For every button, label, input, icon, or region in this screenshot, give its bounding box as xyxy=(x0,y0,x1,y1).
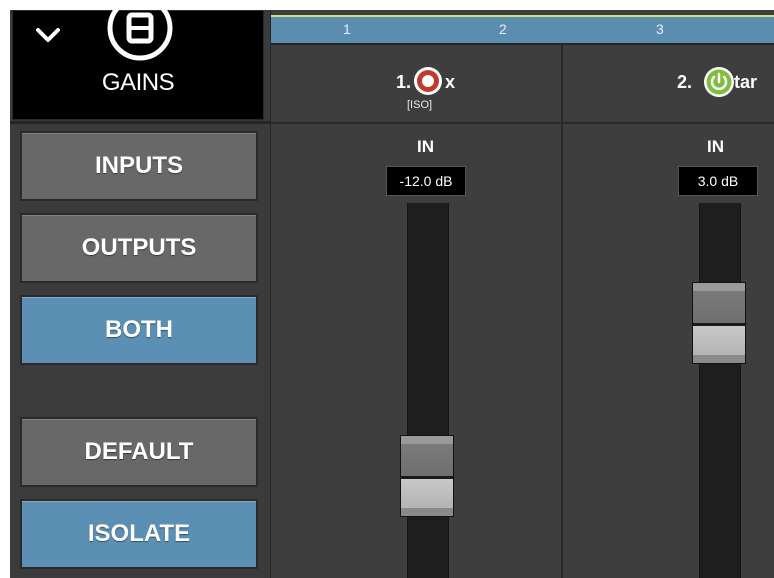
fader-handle[interactable] xyxy=(400,435,454,517)
record-power-icon[interactable] xyxy=(413,66,443,101)
channel-strip-area: 1 2 3 1. x [ISO] 2. tar IN -12.0 dB IN 3… xyxy=(271,10,774,578)
fader-handle[interactable] xyxy=(692,282,746,364)
iso-tag: [ISO] xyxy=(407,99,433,111)
inputs-button[interactable]: INPUTS xyxy=(20,131,258,201)
ruler-number: 2 xyxy=(499,21,507,37)
ruler-number: 1 xyxy=(343,21,351,37)
both-button[interactable]: BOTH xyxy=(20,295,258,365)
gain-readout[interactable]: -12.0 dB xyxy=(386,166,466,196)
channel-name-suffix: tar xyxy=(734,72,758,92)
input-label: IN xyxy=(707,137,724,156)
channel-ruler[interactable]: 1 2 3 xyxy=(271,15,774,43)
gain-readout[interactable]: 3.0 dB xyxy=(678,166,758,196)
channel-name-suffix: x xyxy=(445,72,456,92)
fader-track[interactable] xyxy=(407,203,449,578)
gains-window: GAINS INPUTS OUTPUTS BOTH DEFAULT ISOLAT… xyxy=(10,10,774,578)
gains-logo-icon xyxy=(105,10,175,68)
input-label: IN xyxy=(417,137,434,156)
outputs-button[interactable]: OUTPUTS xyxy=(20,213,258,283)
channel-name-prefix: 1. xyxy=(396,72,412,92)
panel-title: GAINS xyxy=(101,69,175,96)
isolate-button[interactable]: ISOLATE xyxy=(20,499,258,569)
ruler-number: 3 xyxy=(656,21,664,37)
power-icon[interactable] xyxy=(703,66,735,103)
divider xyxy=(10,121,270,124)
gains-header: GAINS xyxy=(12,10,264,120)
left-panel: GAINS INPUTS OUTPUTS BOTH DEFAULT ISOLAT… xyxy=(10,10,271,578)
chevron-down-icon[interactable] xyxy=(35,26,61,49)
channel-name-prefix: 2. xyxy=(677,72,693,92)
default-button[interactable]: DEFAULT xyxy=(20,417,258,487)
divider xyxy=(271,122,774,124)
fader-track[interactable] xyxy=(699,203,741,578)
